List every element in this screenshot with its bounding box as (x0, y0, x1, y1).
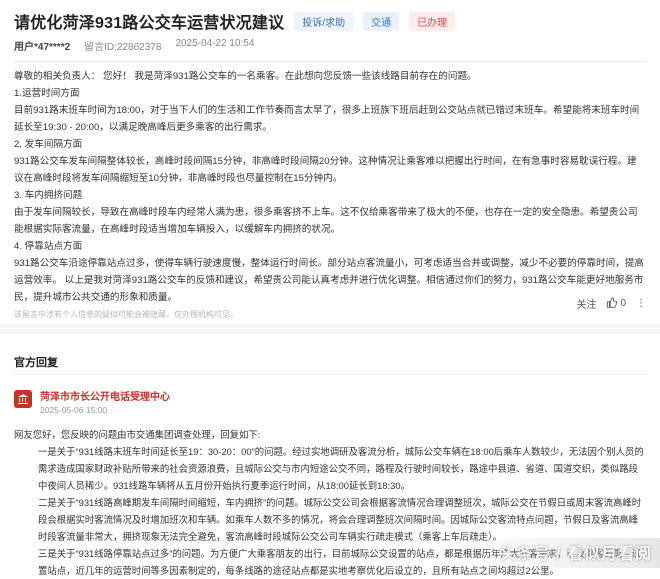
post-datetime: 2025-04-22 10:54 (175, 38, 255, 49)
section-title-4: 4. 停靠站点方面 (14, 241, 83, 252)
section-separator (0, 324, 660, 334)
header-divider (14, 61, 646, 62)
like-count: 0 (620, 298, 626, 309)
section-body-1: 目前931路末班车时间为18:00，对于当下人们的生活和工作节奏而言太早了，很多… (14, 105, 640, 133)
official-org: 菏泽市市长公开电话受理中心 2025-05-06 15:00 (14, 388, 170, 415)
department-tag[interactable]: 交通 (363, 11, 400, 31)
username[interactable]: 用户*47****2 (14, 38, 70, 53)
category-tag[interactable]: 投诉/求助 (294, 11, 354, 31)
post-header: 请优化菏泽931路公交车运营状况建议 投诉/求助 交通 已办理 (14, 8, 646, 34)
post-meta: 用户*47****2 留言ID:22862378 2025-04-22 10:5… (14, 38, 646, 53)
reply-date: 2025-05-06 15:00 (40, 405, 108, 415)
reply-paragraph-1: 网友您好，您反映的问题由市交通集团调查处理，回复如下: (14, 429, 261, 440)
official-reply-heading: 官方回复 (14, 357, 58, 369)
watermark: 头条号 / 看似月看阅 (499, 546, 652, 563)
section-body-3: 由于发车间隔较长，导致在高峰时段车内经常人满为患，很多乘客挤不上车。这不仅给乘客… (14, 207, 638, 235)
like-button[interactable]: 0 (606, 296, 626, 311)
post-content: 尊敬的相关负责人： 您好！ 我是菏泽931路公交车的一名乘客。在此想向您反馈一些… (14, 68, 646, 323)
section-title-2: 2. 发车间隔方面 (14, 139, 83, 150)
follow-button[interactable]: 关注 (576, 296, 596, 311)
section-body-4: 931路公交车沿途停靠站点过多，使得车辆行驶速度慢，整体运行时间长。部分站点客流… (14, 258, 645, 303)
official-divider (14, 374, 646, 375)
section-title-3: 3. 车内拥挤问题 (14, 190, 83, 201)
section-body-2: 931路公交车发车间隔整体较长，高峰时段间隔15分钟，非高峰时段间隔20分钟。这… (14, 156, 637, 184)
section-title-1: 1.运营时间方面 (14, 88, 80, 99)
org-name[interactable]: 菏泽市市长公开电话受理中心 (40, 388, 170, 403)
privacy-disclaimer: 该留言中涉有个人信息的疑似可能会被隐藏，仅办理机构可见。 (14, 310, 238, 319)
government-emblem-icon (14, 390, 32, 408)
message-id: 留言ID:22862378 (84, 42, 162, 53)
more-dots-icon: ⋮ (636, 298, 646, 309)
post-actions: 关注 0 ⋮ (576, 296, 646, 311)
more-options-button[interactable]: ⋮ (636, 298, 646, 309)
reply-paragraph-2: 一是关于“931线路末班车时间延长至19：30-20：00”的问题。经过实地调研… (38, 446, 644, 491)
greeting-text: 尊敬的相关负责人： 您好！ 我是菏泽931路公交车的一名乘客。在此想向您反馈一些… (14, 71, 477, 82)
status-badge: 已办理 (409, 11, 456, 31)
page-title: 请优化菏泽931路公交车运营状况建议 (14, 15, 285, 32)
thumbs-up-icon (606, 296, 618, 311)
